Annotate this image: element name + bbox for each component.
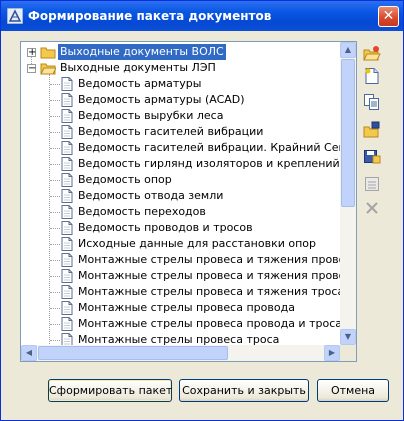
tree-branch-line (50, 276, 60, 277)
tree-branch-line (50, 132, 60, 133)
collapse-icon[interactable]: − (27, 63, 36, 74)
tree-document-label: Исходные данные для расстановки опор (78, 237, 316, 250)
tree-root-label: Выходные документы ЛЭП (60, 61, 216, 74)
tree-document-item[interactable]: Ведомость гасителей вибрации (21, 124, 340, 140)
document-icon (61, 333, 73, 345)
expander-glyph: + (28, 47, 37, 58)
expand-icon[interactable]: + (27, 47, 36, 58)
tree-branch-line (50, 260, 60, 261)
tree-branch-line (50, 116, 60, 117)
scroll-left-button[interactable]: ◀ (21, 345, 37, 361)
document-tree[interactable]: + Выходные документы ВОЛС − Выходные докуме… (20, 41, 357, 362)
title-bar[interactable]: Формирование пакета документов ✕ (1, 1, 403, 31)
tree-branch-line (50, 228, 60, 229)
tree-root-label: Выходные документы ВОЛС (58, 44, 226, 60)
tree-document-item[interactable]: Монтажные стрелы провеса и тяжения прово… (21, 268, 340, 284)
tree-document-item[interactable]: Монтажные стрелы провеса троса (21, 332, 340, 345)
horizontal-scrollbar[interactable]: ◀ ▶ (21, 345, 340, 361)
vertical-scroll-thumb[interactable] (341, 59, 355, 207)
vertical-scrollbar[interactable]: ▲ ▼ (340, 42, 356, 345)
tree-document-item[interactable]: Ведомость переходов (21, 204, 340, 220)
tree-branch-line (50, 100, 60, 101)
tree-document-item[interactable]: Ведомость проводов и тросов (21, 220, 340, 236)
tree-branch-line (50, 324, 60, 325)
close-icon: ✕ (382, 8, 395, 24)
tree-root-item[interactable]: − Выходные документы ЛЭП (21, 60, 340, 76)
tree-content: + Выходные документы ВОЛС − Выходные докуме… (21, 42, 340, 345)
tree-document-label: Ведомость переходов (78, 205, 206, 218)
arrow-up-icon: ▲ (344, 45, 352, 54)
tree-document-label: Ведомость проводов и тросов (78, 221, 253, 234)
horizontal-scroll-thumb[interactable] (38, 346, 228, 360)
tree-document-label: Монтажные стрелы провеса провода и троса… (78, 317, 340, 330)
tree-branch-line (50, 164, 60, 165)
scroll-down-button[interactable]: ▼ (340, 329, 356, 345)
arrow-down-icon: ▼ (344, 332, 352, 341)
tree-branch-line (50, 148, 60, 149)
tree-document-item[interactable]: Ведомость гасителей вибрации. Крайний Се… (21, 140, 340, 156)
copy-icon[interactable] (363, 93, 385, 115)
folder-lock-icon[interactable] (363, 121, 385, 143)
scrollbar-corner (340, 345, 356, 361)
tree-document-label: Ведомость гасителей вибрации (78, 125, 264, 138)
form-package-button[interactable]: Сформировать пакет (48, 379, 172, 402)
tree-document-label: Монтажные стрелы провеса провода (78, 301, 295, 314)
tree-branch-line (50, 340, 60, 341)
tree-document-item[interactable]: Монтажные стрелы провеса провода (21, 300, 340, 316)
tree-document-label: Ведомость опор (78, 173, 172, 186)
arrow-right-icon: ▶ (328, 348, 336, 357)
tree-document-item[interactable]: Ведомость опор (21, 172, 340, 188)
tree-document-item[interactable]: Исходные данные для расстановки опор (21, 236, 340, 252)
tree-branch-line (50, 292, 60, 293)
tree-document-item[interactable]: Ведомость арматуры (ACAD) (21, 92, 340, 108)
tree-document-item[interactable]: Монтажные стрелы провеса провода и троса… (21, 316, 340, 332)
tree-document-item[interactable]: Ведомость гирлянд изоляторов и креплений… (21, 156, 340, 172)
scroll-up-button[interactable]: ▲ (340, 42, 356, 58)
tree-document-item[interactable]: Ведомость вырубки леса (21, 108, 340, 124)
scroll-right-button[interactable]: ▶ (324, 345, 340, 361)
cancel-button[interactable]: Отмена (317, 379, 389, 402)
tree-branch-line (50, 84, 60, 85)
tree-document-label: Ведомость гирлянд изоляторов и креплений… (78, 157, 340, 170)
tree-document-label: Ведомость отвода земли (78, 189, 224, 202)
tree-root-item[interactable]: + Выходные документы ВОЛС (21, 44, 340, 60)
tree-document-label: Ведомость вырубки леса (78, 109, 224, 122)
tree-branch-line (50, 212, 60, 213)
save-lock-icon[interactable] (363, 147, 385, 169)
window-title: Формирование пакета документов (28, 9, 272, 23)
expander-glyph: − (28, 63, 37, 74)
tree-document-label: Монтажные стрелы провеса и тяжения прово… (78, 253, 340, 266)
tree-document-item[interactable]: Ведомость арматуры (21, 76, 340, 92)
dialog-window: Формирование пакета документов ✕ + Выходн… (0, 0, 404, 421)
tree-document-label: Монтажные стрелы провеса и тяжения прово… (78, 269, 340, 282)
tree-branch-line (50, 180, 60, 181)
tree-document-label: Монтажные стрелы провеса и тяжения троса (78, 285, 340, 298)
open-folder-icon[interactable] (363, 45, 385, 67)
tree-branch-line (50, 308, 60, 309)
properties-icon[interactable] (363, 175, 385, 197)
save-and-close-button[interactable]: Сохранить и закрыть (179, 379, 309, 402)
tree-document-item[interactable]: Монтажные стрелы провеса и тяжения прово… (21, 252, 340, 268)
tree-document-item[interactable]: Монтажные стрелы провеса и тяжения троса (21, 284, 340, 300)
arrow-left-icon: ◀ (25, 348, 33, 357)
close-button[interactable]: ✕ (378, 6, 399, 27)
new-document-icon[interactable] (363, 67, 385, 89)
tree-document-label: Ведомость арматуры (78, 77, 202, 90)
tree-document-label: Монтажные стрелы провеса троса (78, 333, 280, 345)
tree-document-label: Ведомость арматуры (ACAD) (78, 93, 245, 106)
tree-branch-line (50, 196, 60, 197)
delete-icon[interactable] (363, 199, 385, 221)
tree-document-item[interactable]: Ведомость отвода земли (21, 188, 340, 204)
tree-document-label: Ведомость гасителей вибрации. Крайний Се… (78, 141, 340, 154)
tree-branch-line (50, 244, 60, 245)
app-icon (7, 8, 23, 24)
